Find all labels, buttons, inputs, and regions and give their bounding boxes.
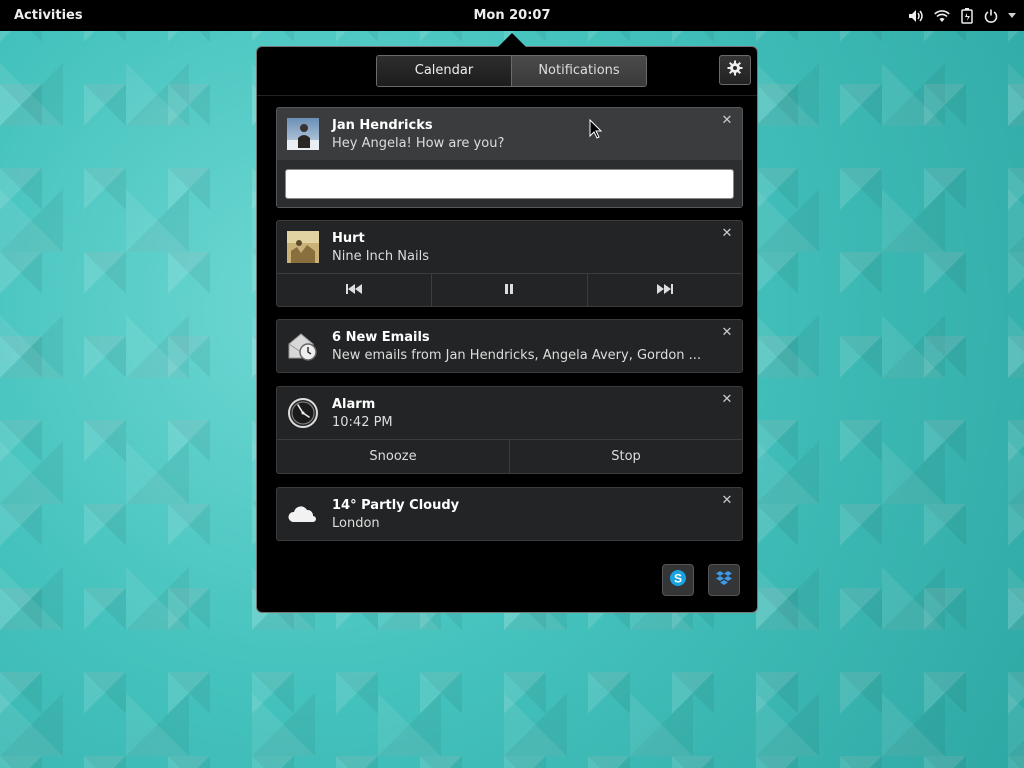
clock-button[interactable]: Mon 20:07 [473,8,550,23]
notification-body: Hey Angela! How are you? [332,136,505,151]
svg-text:S: S [674,572,682,586]
cloud-icon [287,498,319,530]
tab-calendar[interactable]: Calendar [377,56,511,86]
notification-body: Nine Inch Nails [332,249,429,264]
stop-button[interactable]: Stop [509,440,742,473]
notification-title: Hurt [332,231,365,246]
notification-header: 14° Partly Cloudy London ✕ [277,488,742,540]
notification-title: 14° Partly Cloudy [332,498,460,513]
close-icon[interactable]: ✕ [720,494,734,508]
notification-header: Alarm 10:42 PM ✕ [277,387,742,439]
previous-button[interactable] [277,274,431,307]
volume-icon[interactable] [908,9,924,23]
alarm-actions: Snooze Stop [277,439,742,473]
mouse-pointer-icon [589,118,603,143]
activities-button[interactable]: Activities [14,0,83,31]
mail-icon [287,330,319,362]
chevron-down-icon[interactable] [1008,12,1016,19]
reply-area [277,160,742,207]
popover-arrow [498,33,526,47]
dropbox-icon [715,569,733,591]
notification-chat[interactable]: Jan Hendricks Hey Angela! How are you? ✕ [276,107,743,208]
wifi-icon[interactable] [934,9,950,23]
close-icon[interactable]: ✕ [720,326,734,340]
notification-title: Alarm [332,397,376,412]
close-icon[interactable]: ✕ [720,227,734,241]
pause-icon [505,283,514,298]
message-tray-popover: Calendar Notifications Jan Hendricks Hey… [256,46,758,613]
notification-header: 6 New Emails New emails from Jan Hendric… [277,320,742,372]
notification-email[interactable]: 6 New Emails New emails from Jan Hendric… [276,319,743,373]
settings-button[interactable] [719,55,751,85]
notification-music[interactable]: Hurt Nine Inch Nails ✕ [276,220,743,307]
clock-container: Mon 20:07 [0,0,1024,31]
battery-icon[interactable] [960,7,974,24]
gear-icon [727,60,743,80]
notification-header: Hurt Nine Inch Nails ✕ [277,221,742,273]
status-area[interactable] [908,0,1016,31]
snooze-button[interactable]: Snooze [277,440,509,473]
notification-header: Jan Hendricks Hey Angela! How are you? ✕ [277,108,742,160]
next-button[interactable] [586,274,742,307]
avatar [287,118,319,150]
tab-notifications[interactable]: Notifications [511,56,646,86]
power-icon[interactable] [984,9,998,23]
notification-title: 6 New Emails [332,330,430,345]
top-bar: Activities Mon 20:07 [0,0,1024,31]
media-controls [277,273,742,307]
notification-alarm[interactable]: Alarm 10:42 PM ✕ Snooze Stop [276,386,743,474]
close-icon[interactable]: ✕ [720,114,734,128]
clock-icon [287,397,319,429]
previous-icon [346,283,363,298]
notification-title: Jan Hendricks [332,118,433,133]
album-art [287,231,319,263]
tab-switcher: Calendar Notifications [376,55,647,87]
notification-body: New emails from Jan Hendricks, Angela Av… [332,348,702,363]
next-icon [656,283,673,298]
skype-tray-button[interactable]: S [662,564,694,596]
pause-button[interactable] [431,274,586,307]
close-icon[interactable]: ✕ [720,393,734,407]
skype-icon: S [669,569,687,591]
dropbox-tray-button[interactable] [708,564,740,596]
notification-body: London [332,516,380,531]
header-divider [257,95,757,96]
notification-weather[interactable]: 14° Partly Cloudy London ✕ [276,487,743,541]
notification-body: 10:42 PM [332,415,393,430]
reply-input[interactable] [285,169,734,199]
